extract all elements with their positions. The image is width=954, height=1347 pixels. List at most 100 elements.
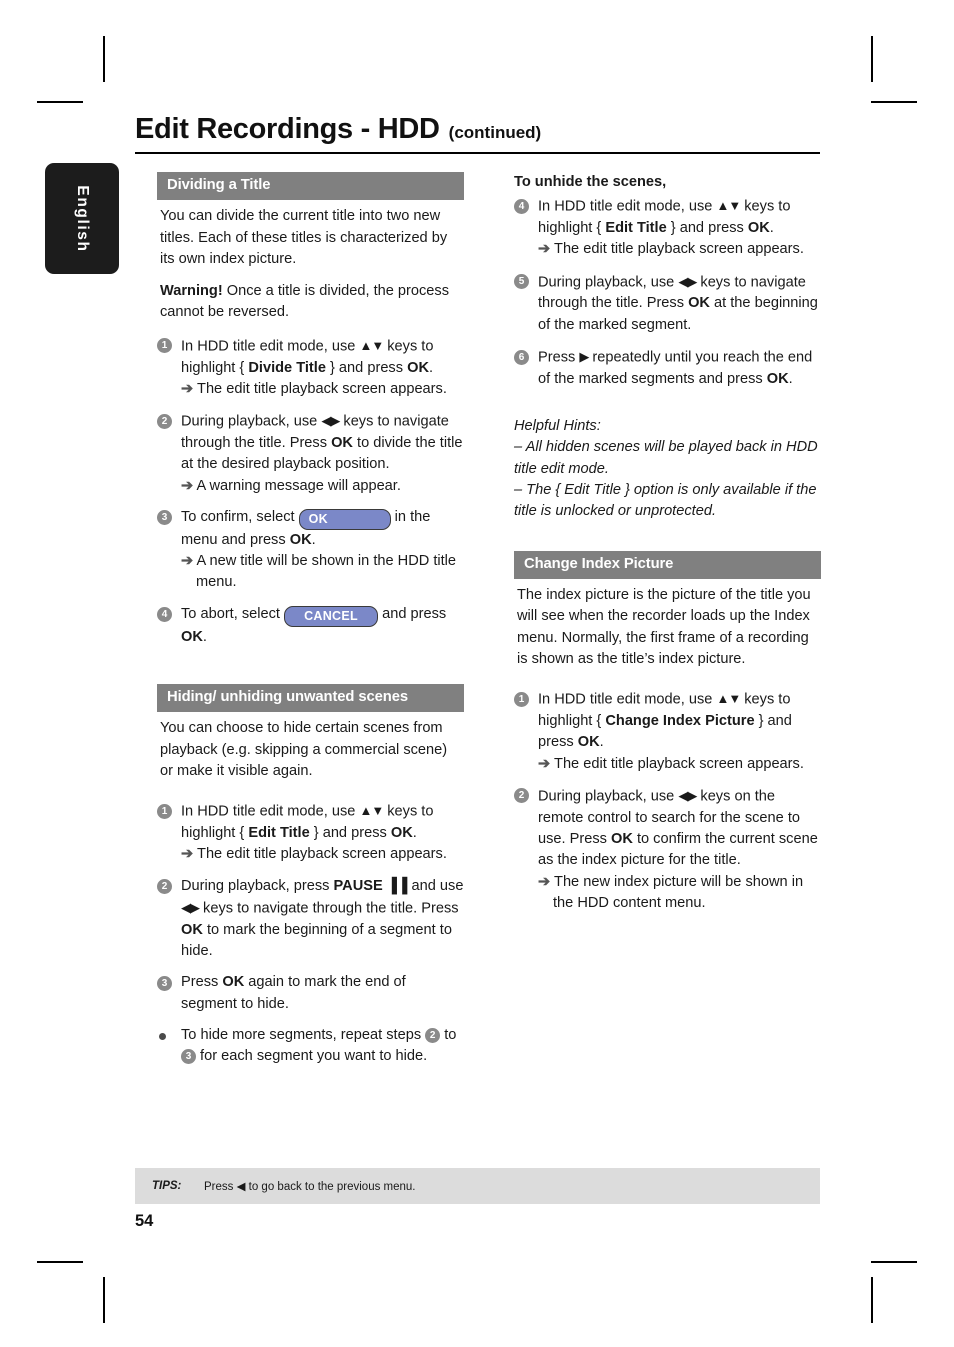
result-arrow-icon: ➔: [181, 380, 194, 397]
osd-ok-button[interactable]: OK: [298, 508, 391, 530]
step-text: During playback, use: [181, 413, 322, 430]
step-unhide-5: 5 During playback, use ◀▶ keys to naviga…: [514, 271, 821, 336]
step-result: ➔ The edit title playback screen appears…: [181, 844, 464, 865]
crop-mark-top-left-horizontal: [37, 101, 83, 103]
step-number: 2: [157, 413, 172, 429]
crop-mark-top-left-vertical: [103, 36, 105, 82]
page-title: Edit Recordings - HDD (continued): [135, 113, 820, 146]
step-text: .: [599, 734, 604, 751]
pause-key-label: PAUSE: [333, 877, 383, 894]
step-text: In HDD title edit mode, use: [538, 691, 717, 708]
step-text: Press: [181, 974, 223, 991]
step-text: .: [788, 370, 793, 387]
ok-key-label: OK: [331, 434, 353, 451]
step-result: ➔ The new index picture will be shown in…: [538, 872, 821, 915]
hint-item-1: – All hidden scenes will be played back …: [514, 439, 818, 477]
step-text: .: [428, 359, 434, 376]
ok-key-label: OK: [390, 825, 413, 842]
step-result: ➔ A warning message will appear.: [181, 476, 464, 497]
step-number: 2: [157, 879, 172, 895]
tips-text-part1: Press: [204, 1181, 237, 1193]
step-number: 6: [514, 349, 529, 365]
tips-text: Press ◀ to go back to the previous menu.: [204, 1179, 416, 1193]
left-column: Dividing a Title You can divide the curr…: [157, 172, 464, 1078]
step-text: and press: [378, 605, 447, 622]
leftright-keys-icon: ◀▶: [181, 899, 200, 915]
step-hide-3: 3 Press OK again to mark the end of segm…: [157, 972, 464, 1015]
step-result: ➔ The edit title playback screen appears…: [538, 239, 821, 260]
warning-label: Warning!: [160, 283, 223, 300]
step-number: 3: [157, 510, 172, 526]
step-divide-4: 4 To abort, select CANCEL and press OK.: [157, 604, 464, 648]
updown-keys-icon: ▲▼: [359, 803, 384, 819]
step-divide-2: 2 During playback, use ◀▶ keys to naviga…: [157, 410, 464, 497]
step-hide-2: 2 During playback, press PAUSE ▐▐ and us…: [157, 876, 464, 963]
bullet-dot-icon: [159, 1032, 166, 1040]
hiding-intro-text: You can choose to hide certain scenes fr…: [160, 720, 448, 779]
right-key-icon: ▶: [579, 349, 589, 365]
step-number: 5: [514, 274, 529, 290]
result-arrow-icon: ➔: [181, 553, 194, 570]
osd-cancel-button[interactable]: CANCEL: [284, 605, 379, 627]
step-text: To abort, select: [181, 605, 285, 622]
leftright-keys-icon: ◀▶: [678, 787, 697, 803]
crop-mark-top-right-vertical: [871, 36, 873, 82]
step-number: 1: [157, 803, 172, 819]
tips-bar: TIPS: Press ◀ to go back to the previous…: [135, 1168, 820, 1204]
step-text: } and press: [309, 825, 391, 842]
ok-key-label: OK: [747, 220, 770, 237]
inline-step-ref-3: 3: [181, 1049, 196, 1065]
step-text: During playback, use: [538, 274, 679, 291]
step-text: keys to navigate through the title. Pres…: [199, 900, 459, 917]
step-hide-bullet: To hide more segments, repeat steps 2 to…: [157, 1025, 464, 1068]
result-text: The edit title playback screen appears.: [197, 846, 447, 863]
ok-key-label: OK: [181, 921, 203, 938]
inline-step-ref-2: 2: [425, 1027, 441, 1043]
leftright-keys-icon: ◀▶: [678, 273, 697, 289]
page-title-continued: (continued): [448, 123, 542, 142]
page-title-main: Edit Recordings - HDD: [135, 113, 440, 145]
step-result: ➔ The edit title playback screen appears…: [538, 754, 821, 775]
updown-keys-icon: ▲▼: [716, 198, 741, 214]
crop-mark-bottom-right-vertical: [871, 1277, 873, 1323]
result-text: A warning message will appear.: [196, 477, 401, 494]
step-text: to: [440, 1026, 457, 1043]
unhide-heading: To unhide the scenes,: [514, 174, 667, 190]
dividing-warning: Warning! Once a title is divided, the pr…: [157, 281, 464, 324]
step-text: In HDD title edit mode, use: [538, 198, 717, 215]
ok-key-label: OK: [577, 734, 600, 751]
crop-mark-bottom-left-vertical: [103, 1277, 105, 1323]
header-divider: [135, 152, 820, 155]
right-column: To unhide the scenes, 4 In HDD title edi…: [514, 172, 821, 924]
updown-keys-icon: ▲▼: [716, 691, 741, 707]
step-number: 1: [514, 691, 529, 707]
language-tab: English: [45, 163, 119, 274]
result-arrow-icon: ➔: [181, 477, 194, 494]
step-result: ➔ The edit title playback screen appears…: [181, 379, 464, 400]
crop-mark-top-right-horizontal: [871, 101, 917, 103]
ok-key-label: OK: [611, 830, 633, 847]
change-index-intro-text: The index picture is the picture of the …: [517, 586, 811, 667]
result-text: The edit title playback screen appears.: [197, 380, 447, 397]
result-arrow-icon: ➔: [538, 873, 551, 890]
step-text: to mark the beginning of a segment to hi…: [181, 921, 452, 960]
step-number: 4: [514, 198, 529, 214]
step-unhide-4: 4 In HDD title edit mode, use ▲▼ keys to…: [514, 195, 821, 260]
hint-item-2: – The { Edit Title } option is only avai…: [514, 482, 817, 520]
hints-title: Helpful Hints:: [514, 418, 601, 435]
menu-option-label: Edit Title: [248, 825, 310, 842]
result-arrow-icon: ➔: [181, 846, 194, 863]
result-text: The edit title playback screen appears.: [554, 755, 804, 772]
step-text: for each segment you want to hide.: [196, 1048, 428, 1065]
step-number: 2: [514, 788, 529, 804]
section-header-change-index-picture: Change Index Picture: [514, 550, 821, 579]
menu-option-label: Divide Title: [248, 359, 326, 376]
step-index-1: 1 In HDD title edit mode, use ▲▼ keys to…: [514, 688, 821, 775]
step-result: ➔ A new title will be shown in the HDD t…: [181, 551, 464, 594]
step-divide-1: 1 In HDD title edit mode, use ▲▼ keys to…: [157, 335, 464, 400]
step-number: 3: [157, 975, 172, 991]
step-number: 4: [157, 607, 172, 623]
leftright-keys-icon: ◀▶: [321, 413, 340, 429]
step-text: } and press: [666, 220, 748, 237]
tips-text-part2: to go back to the previous menu.: [245, 1181, 416, 1193]
